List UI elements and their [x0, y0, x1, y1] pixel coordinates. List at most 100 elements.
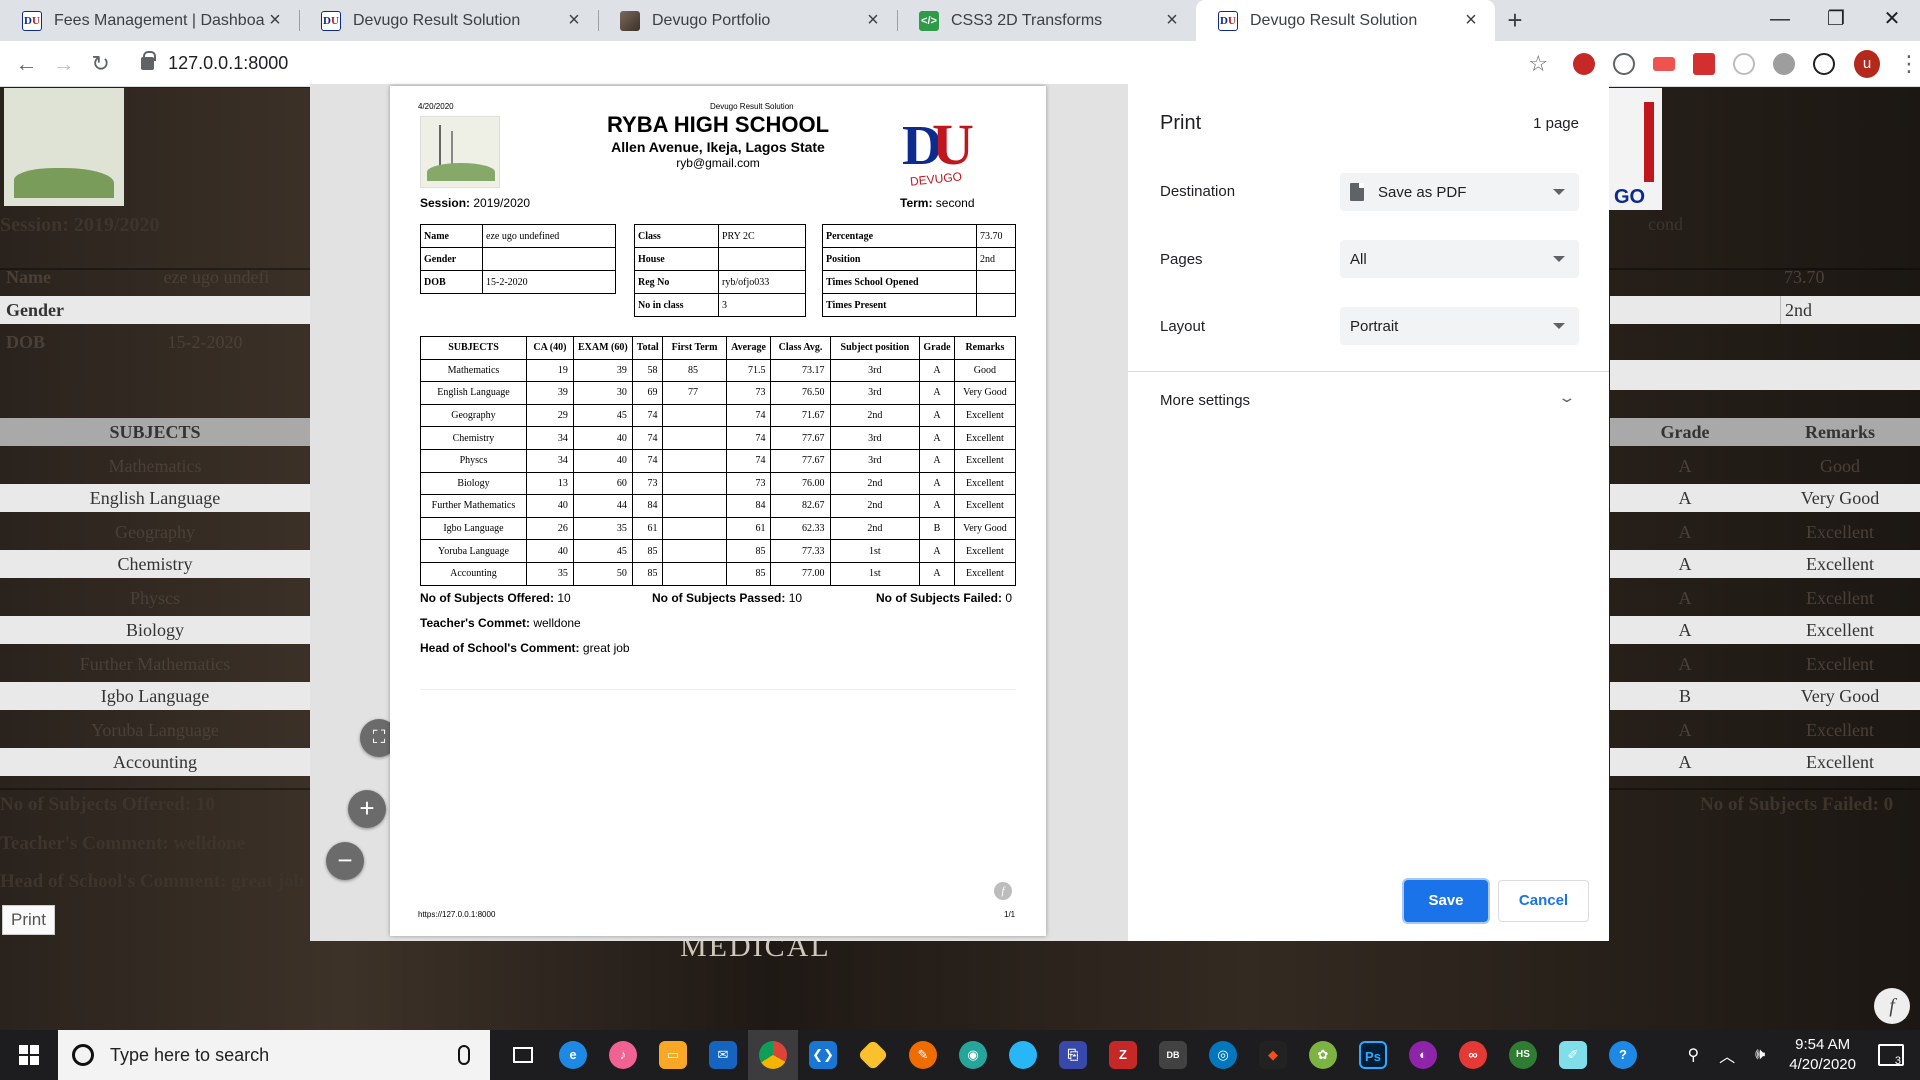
table-cell: Excellent [953, 426, 1017, 450]
table-cell: 85 [725, 539, 772, 563]
bg-subject-row: Yoruba Language [91, 720, 219, 740]
close-tab-icon[interactable]: × [1162, 9, 1182, 32]
more-settings-toggle[interactable]: More settings ⌄ [1160, 389, 1581, 409]
tab-result-solution-1[interactable]: DU Devugo Result Solution × [299, 0, 598, 41]
file-explorer-icon[interactable]: ▭ [648, 1030, 698, 1080]
notification-center-icon[interactable]: 3 [1878, 1044, 1904, 1067]
settings-app-icon[interactable]: ✿ [1298, 1030, 1348, 1080]
gitkraken-icon[interactable]: ◉ [948, 1030, 998, 1080]
itunes-icon[interactable]: ♪ [598, 1030, 648, 1080]
photoshop-icon[interactable]: Ps [1348, 1030, 1398, 1080]
teacher-comment: Teacher's Commet: welldone [420, 616, 581, 630]
chrome-icon[interactable] [748, 1030, 798, 1080]
failed-label: No of Subjects Failed: [876, 591, 1003, 605]
close-tab-icon[interactable]: × [863, 9, 883, 32]
tab-css-transforms[interactable]: </> CSS3 2D Transforms × [897, 0, 1196, 41]
address-bar[interactable]: 127.0.0.1:8000 [129, 47, 1528, 81]
table-cell: 58 [631, 358, 664, 383]
destination-select[interactable]: Save as PDF [1340, 173, 1579, 211]
app-icon[interactable] [998, 1030, 1048, 1080]
close-tab-icon[interactable]: × [564, 9, 584, 32]
extension-icon[interactable] [1693, 52, 1716, 75]
browser-menu-icon[interactable]: ⋮ [1898, 51, 1920, 77]
podcast-app-icon[interactable]: ◐ [1398, 1030, 1448, 1080]
table-cell: A [919, 403, 955, 428]
extension-icon[interactable] [1573, 52, 1596, 75]
preview-sheet: 4/20/2020 Devugo Result Solution RYBA HI… [390, 86, 1046, 936]
bg-subject-row: Chemistry [0, 550, 310, 578]
zoom-in-icon[interactable]: + [348, 790, 386, 828]
table-cell: 73 [725, 381, 772, 405]
table-cell: 19 [525, 358, 574, 383]
save-button[interactable]: Save [1404, 880, 1488, 922]
windows-taskbar: Type here to search e ♪ ▭ ✉ ❮❯ ✎ ◉ ⎘ Z D… [0, 1030, 1920, 1080]
info-value [482, 247, 616, 271]
microphone-icon[interactable] [458, 1045, 470, 1065]
tab-title: Devugo Portfolio [652, 11, 771, 29]
notes-app-icon[interactable]: ✐ [1548, 1030, 1598, 1080]
bg-percentage: 73.70 [1784, 267, 1825, 287]
forward-arrow-icon[interactable]: → [45, 51, 82, 77]
help-icon[interactable]: ? [1598, 1030, 1648, 1080]
bookmark-star-icon[interactable]: ☆ [1528, 51, 1548, 77]
back-arrow-icon[interactable]: ← [8, 51, 45, 77]
volume-icon[interactable]: 🕪 [1755, 1046, 1765, 1064]
page-divider [420, 689, 1016, 690]
cancel-button[interactable]: Cancel [1498, 880, 1589, 922]
minimize-icon[interactable]: — [1752, 0, 1808, 41]
table-cell: 3rd [829, 358, 921, 383]
filezilla-icon[interactable]: Z [1098, 1030, 1148, 1080]
zoom-out-icon[interactable]: − [326, 842, 364, 880]
maximize-icon[interactable]: ❐ [1808, 0, 1864, 41]
mail-icon[interactable]: ✉ [698, 1030, 748, 1080]
passed-line: No of Subjects Passed: 10 [652, 591, 802, 605]
table-cell: 39 [572, 358, 633, 383]
extension-icon[interactable] [1813, 52, 1836, 75]
extension-icon[interactable] [1613, 52, 1636, 75]
creative-cloud-icon[interactable]: ∞ [1448, 1030, 1498, 1080]
print-settings-panel: Print 1 page Destination Save as PDF Pag… [1128, 84, 1609, 941]
profile-avatar[interactable]: u [1854, 49, 1881, 78]
table-cell: Chemistry [420, 426, 527, 450]
bg-subject-row: Geography [115, 522, 195, 542]
edge-icon[interactable]: e [548, 1030, 598, 1080]
heidisql-icon[interactable]: HS [1498, 1030, 1548, 1080]
close-tab-icon[interactable]: × [1461, 9, 1481, 32]
reload-icon[interactable]: ↻ [82, 51, 119, 77]
bg-subject-row: Mathematics [108, 456, 202, 476]
tab-portfolio[interactable]: . Devugo Portfolio × [598, 0, 897, 41]
tab-title: Fees Management | Dashboard [54, 11, 265, 29]
bg-subject-row: Physcs [129, 588, 180, 608]
figma-icon[interactable]: ◆ [1248, 1030, 1298, 1080]
extension-icon[interactable] [1733, 52, 1756, 75]
bg-right-row: B Very Good [1610, 682, 1920, 710]
tab-fees-dashboard[interactable]: DU Fees Management | Dashboard × [0, 0, 299, 41]
table-cell: B [919, 516, 955, 541]
people-icon[interactable]: ⚲ [1687, 1045, 1699, 1065]
task-view-icon[interactable] [498, 1030, 548, 1080]
mysql-app-icon[interactable]: DB [1148, 1030, 1198, 1080]
extension-icon[interactable] [1773, 52, 1796, 75]
vscode-icon[interactable]: ❮❯ [798, 1030, 848, 1080]
bg-name-value: eze ugo undefi [163, 267, 270, 287]
table-cell: 85 [725, 561, 772, 586]
close-tab-icon[interactable]: × [265, 9, 285, 32]
tab-result-solution-active[interactable]: DU Devugo Result Solution × [1196, 0, 1495, 41]
taskbar-search[interactable]: Type here to search [58, 1030, 490, 1080]
network-app-icon[interactable]: ⎘ [1048, 1030, 1098, 1080]
layout-select[interactable]: Portrait [1340, 307, 1579, 345]
close-window-icon[interactable]: ✕ [1864, 0, 1920, 41]
column-header: CA (40) [525, 336, 574, 360]
start-button[interactable] [0, 1030, 58, 1080]
camera-app-icon[interactable]: ◎ [1198, 1030, 1248, 1080]
clock[interactable]: 9:54 AM 4/20/2020 [1789, 1035, 1856, 1075]
extension-icon[interactable] [1653, 56, 1676, 71]
git-icon[interactable] [848, 1030, 898, 1080]
table-cell: 2nd [829, 471, 921, 496]
pages-select[interactable]: All [1340, 240, 1579, 278]
tray-chevron-icon[interactable]: ︿ [1719, 1043, 1735, 1067]
new-tab-button[interactable]: + [1495, 0, 1535, 41]
table-cell: Mathematics [420, 358, 527, 383]
bg-remark: Excellent [1806, 620, 1874, 640]
postman-icon[interactable]: ✎ [898, 1030, 948, 1080]
